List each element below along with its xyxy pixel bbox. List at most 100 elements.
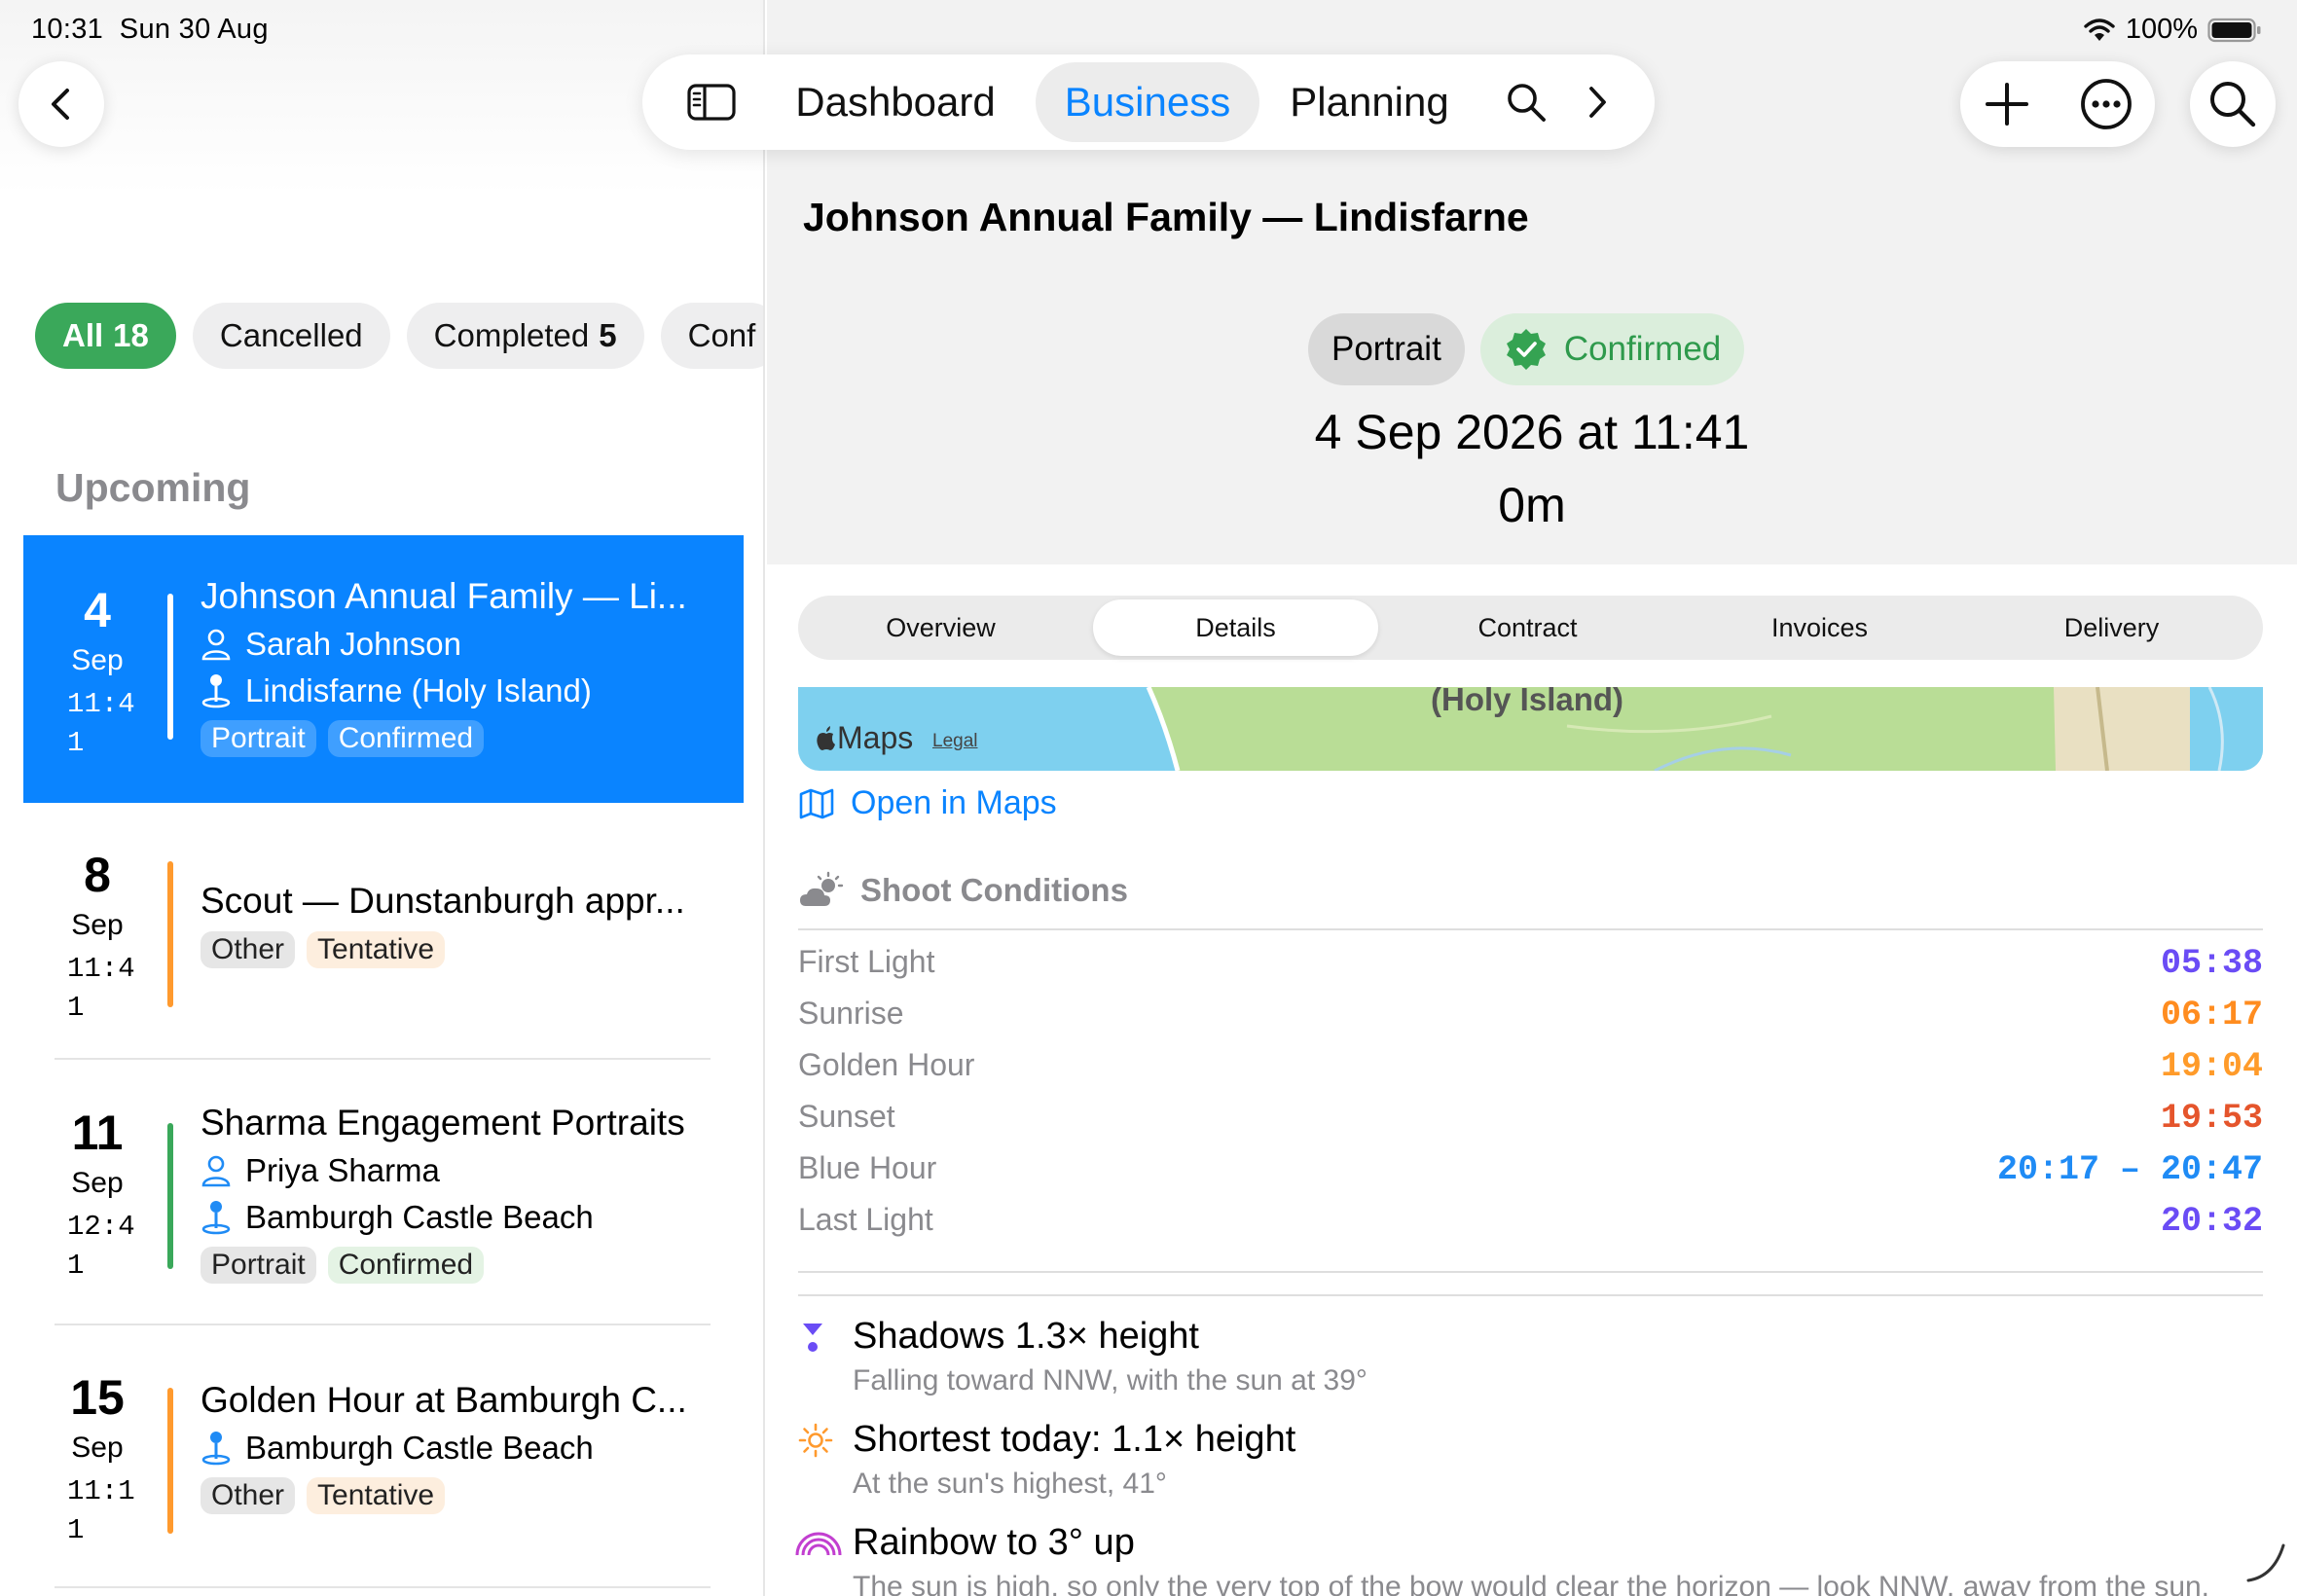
divider <box>798 1294 2263 1296</box>
section-title: Upcoming <box>55 465 251 510</box>
condition-value: 06:17 <box>2160 996 2263 1034</box>
person-icon <box>201 629 231 661</box>
status-bar-clock: 10:31 Sun 30 Aug <box>31 14 269 45</box>
item-day: 8 <box>84 848 111 902</box>
location-map[interactable]: (Holy Island) Maps Legal <box>798 687 2263 771</box>
conditions-table: First Light 05:38 Sunrise 06:17 Golden H… <box>798 944 2263 1253</box>
sun-fact: Shortest today: 1.1× height At the sun's… <box>798 1419 2263 1516</box>
condition-value: 19:04 <box>2160 1047 2263 1086</box>
back-button[interactable] <box>18 61 104 147</box>
item-title: Scout — Dunstanburgh appr... <box>201 881 685 921</box>
segment-overview[interactable]: Overview <box>798 599 1083 656</box>
segment-details[interactable]: Details <box>1093 599 1378 656</box>
item-title: Johnson Annual Family — Li... <box>201 576 687 616</box>
item-month: Sep <box>71 1432 124 1464</box>
map-place-label: (Holy Island) <box>1431 687 1624 717</box>
item-time: 11:41 <box>67 688 135 759</box>
condition-row: First Light 05:38 <box>798 944 2263 996</box>
sidebar-icon <box>687 84 736 121</box>
fact-title: Shortest today: 1.1× height <box>853 1419 1296 1460</box>
tab-dashboard[interactable]: Dashboard <box>788 62 1003 142</box>
rainbow-fact: Rainbow to 3° up The sun is high, so onl… <box>795 1522 2263 1596</box>
status-bar-indicator <box>167 1388 173 1534</box>
map-pin-icon <box>201 674 231 708</box>
type-pill: Portrait <box>1308 313 1465 385</box>
session-duration: 0m <box>1498 478 1566 532</box>
status-bar-indicator <box>167 594 173 740</box>
list-item[interactable]: 11 Sep 12:41 Sharma Engagement Portraits… <box>23 1061 744 1325</box>
fact-subtitle: Falling toward NNW, with the sun at 39° <box>853 1364 1367 1396</box>
segment-invoices[interactable]: Invoices <box>1677 599 1962 656</box>
nav-more-button[interactable] <box>1573 62 1622 142</box>
verified-check-icon <box>1506 329 1546 370</box>
segment-delivery[interactable]: Delivery <box>1969 599 2254 656</box>
list-item[interactable]: 15 Sep 11:11 Golden Hour at Bamburgh C..… <box>23 1325 744 1588</box>
type-tag: Other <box>201 931 296 968</box>
item-client-row: Priya Sharma <box>201 1151 720 1190</box>
condition-row: Sunrise 06:17 <box>798 996 2263 1047</box>
item-location-row: Bamburgh Castle Beach <box>201 1429 720 1468</box>
status-tag: Tentative <box>307 1477 446 1514</box>
filter-chip-completed[interactable]: Completed 5 <box>406 303 644 369</box>
filter-chip-cancelled[interactable]: Cancelled <box>192 303 390 369</box>
chevron-left-icon <box>52 89 69 120</box>
map-pin-icon <box>201 1432 231 1466</box>
shadow-fact: Shadows 1.3× height Falling toward NNW, … <box>798 1316 2263 1413</box>
search-icon <box>2210 82 2256 127</box>
status-tag: Confirmed <box>327 720 485 757</box>
shadow-icon <box>803 1324 822 1352</box>
item-time: 12:41 <box>67 1211 135 1282</box>
date-column: 8 Sep 11:41 <box>23 847 171 1028</box>
item-client-row: Sarah Johnson <box>201 625 720 664</box>
date-column: 4 Sep 11:41 <box>23 582 171 763</box>
type-tag: Portrait <box>201 720 316 757</box>
battery-percentage: 100% <box>2125 14 2198 45</box>
item-title: Golden Hour at Bamburgh C... <box>201 1380 687 1420</box>
condition-label: Golden Hour <box>798 1047 975 1082</box>
filter-chip-confirmed[interactable]: Conf <box>660 303 763 369</box>
segment-contract[interactable]: Contract <box>1385 599 1670 656</box>
sidebar: 10:31 Sun 30 Aug All 18 Cancelled Complet… <box>0 0 765 1596</box>
item-day: 15 <box>70 1370 125 1425</box>
divider <box>55 1586 711 1588</box>
item-month: Sep <box>71 1167 124 1199</box>
item-location-row: Lindisfarne (Holy Island) <box>201 671 720 710</box>
date-column: 11 Sep 12:41 <box>23 1105 171 1286</box>
sun-icon <box>798 1423 833 1458</box>
segmented-control: Overview Details Contract Invoices Deliv… <box>798 596 2263 660</box>
condition-label: Blue Hour <box>798 1150 937 1185</box>
status-bar-right: 100% <box>2083 14 2262 46</box>
condition-value: 19:53 <box>2160 1099 2263 1138</box>
list-item[interactable]: 4 Sep 11:41 Johnson Annual Family — Li..… <box>23 535 744 803</box>
item-time: 11:11 <box>67 1475 135 1546</box>
sidebar-toggle-button[interactable] <box>672 62 751 142</box>
filter-chips: All 18 Cancelled Completed 5 Conf <box>35 303 763 369</box>
global-search-button[interactable] <box>2190 61 2276 147</box>
tab-business[interactable]: Business <box>1036 62 1259 142</box>
date-column: 15 Sep 11:11 <box>23 1369 171 1550</box>
type-tag: Other <box>201 1477 296 1514</box>
filter-chip-all[interactable]: All 18 <box>35 303 176 369</box>
resize-corner-icon[interactable] <box>2244 1538 2293 1586</box>
open-in-maps-link[interactable]: Open in Maps <box>798 784 1057 822</box>
status-bar-indicator <box>167 1123 173 1269</box>
nav-search-button[interactable] <box>1497 62 1555 142</box>
conditions-header: Shoot Conditions <box>798 871 1128 910</box>
apple-logo-icon <box>817 726 835 750</box>
battery-icon <box>2207 18 2261 42</box>
session-pills: Portrait Confirmed <box>1308 313 1745 385</box>
fact-title: Shadows 1.3× height <box>853 1316 1199 1357</box>
condition-label: First Light <box>798 944 935 979</box>
map-legal-link[interactable]: Legal <box>932 731 978 752</box>
cloud-sun-icon <box>800 871 844 906</box>
add-button[interactable] <box>1980 77 2034 131</box>
rainbow-icon <box>795 1532 842 1556</box>
top-navigation: Dashboard Business Planning <box>642 54 1655 150</box>
fact-subtitle: At the sun's highest, 41° <box>853 1468 1167 1500</box>
more-options-button[interactable] <box>2077 77 2135 131</box>
tab-planning[interactable]: Planning <box>1277 62 1462 142</box>
list-item[interactable]: 8 Sep 11:41 Scout — Dunstanburgh appr...… <box>23 803 744 1061</box>
fact-subtitle: The sun is high, so only the very top of… <box>853 1571 2210 1596</box>
divider <box>55 1058 711 1060</box>
plus-icon <box>1986 83 2028 126</box>
